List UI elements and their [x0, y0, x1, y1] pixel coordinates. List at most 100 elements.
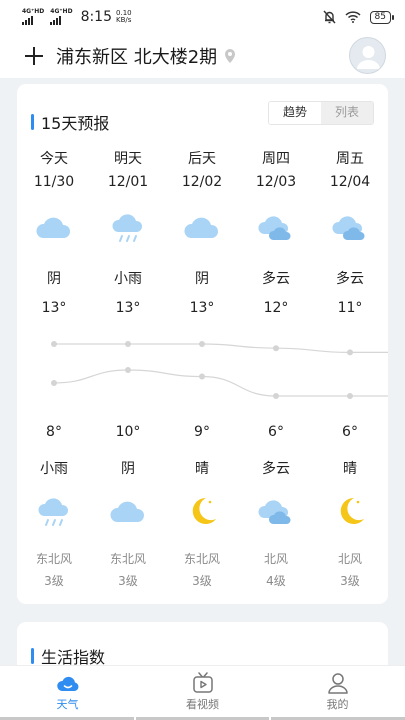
day-high-temp: 13° — [115, 300, 141, 316]
day-label: 后天 — [188, 151, 216, 167]
title-accent-bar — [31, 648, 34, 664]
day-low-temp: 6° — [342, 424, 358, 440]
low-temp-line — [53, 369, 388, 397]
low-temp-line-point — [125, 367, 131, 373]
day-high-temp: 11° — [337, 300, 363, 316]
moon-icon — [330, 492, 370, 530]
day-label: 周五 — [336, 151, 364, 167]
day-low-temp: 6° — [268, 424, 284, 440]
partly-cloudy-icon — [256, 492, 296, 530]
life-index-title-text: 生活指数 — [41, 648, 106, 665]
low-temp-line-point — [273, 393, 279, 399]
wind-level: 3级 — [44, 574, 64, 588]
day-date: 12/01 — [107, 174, 149, 190]
video-icon — [192, 672, 213, 693]
nav-item-weather[interactable]: 天气 — [0, 666, 135, 720]
mute-bell-icon — [323, 10, 336, 24]
rain-icon — [108, 208, 148, 246]
high-temp-line-point — [273, 345, 279, 352]
day-label: 明天 — [114, 151, 142, 167]
signal-icon: 4G⁺HD — [22, 9, 44, 25]
status-bar: 4G⁺HD 4G⁺HD 8:15 0.10 KB/s 85 — [0, 0, 405, 34]
toggle-trend[interactable]: 趋势 — [269, 102, 321, 124]
wind-direction: 东北风 — [109, 552, 146, 566]
wind-direction: 北风 — [337, 552, 362, 566]
weather-icon — [56, 676, 78, 691]
day-date: 12/03 — [255, 174, 297, 190]
toggle-list[interactable]: 列表 — [321, 102, 373, 124]
battery-indicator: 85 — [369, 10, 395, 24]
day-label: 今天 — [40, 151, 68, 167]
low-temp-line-point — [51, 380, 57, 386]
high-temp-line-point — [199, 341, 205, 347]
low-temp-line-point — [347, 393, 353, 399]
header: 浦东新区 北大楼2期 — [0, 34, 405, 78]
view-toggle[interactable]: 趋势 列表 — [268, 101, 374, 125]
life-index-title: 生活指数 — [31, 644, 105, 665]
cloudy-icon — [34, 208, 74, 246]
nav-label-profile: 我的 — [326, 698, 349, 711]
forecast-title: 15天预报 — [31, 110, 109, 134]
wind-direction: 北风 — [263, 552, 288, 566]
partly-cloudy-icon — [330, 208, 370, 246]
nav-item-video[interactable]: 看视频 — [135, 666, 270, 720]
day-low-temp: 9° — [194, 424, 210, 440]
wind-level: 3级 — [192, 574, 212, 588]
nav-item-profile[interactable]: 我的 — [270, 666, 405, 720]
night-weather: 晴 — [195, 461, 209, 477]
day-high-temp: 12° — [263, 300, 289, 316]
day-high-temp: 13° — [41, 300, 67, 316]
high-temp-line-point — [347, 349, 353, 356]
avatar-person-icon — [357, 46, 380, 69]
wind-level: 3级 — [340, 574, 360, 588]
partly-cloudy-icon — [256, 208, 296, 246]
bottom-nav: 天气 看视频 我的 — [0, 665, 405, 720]
avatar[interactable] — [349, 37, 386, 74]
location-pin-icon — [225, 49, 236, 63]
day-weather: 阴 — [195, 271, 209, 287]
night-weather: 多云 — [262, 461, 290, 477]
wifi-icon — [345, 11, 361, 23]
day-weather: 多云 — [262, 271, 290, 287]
day-date: 11/30 — [33, 174, 75, 190]
wind-direction: 东北风 — [183, 552, 220, 566]
night-weather: 晴 — [343, 461, 357, 477]
night-weather: 小雨 — [40, 461, 68, 477]
day-weather: 小雨 — [114, 271, 142, 287]
moon-icon — [182, 492, 222, 530]
cloudy-icon — [182, 208, 222, 246]
day-low-temp: 8° — [46, 424, 62, 440]
day-date: 12/04 — [329, 174, 371, 190]
high-temp-line — [53, 343, 388, 353]
high-temp-line-point — [125, 341, 131, 347]
wind-direction: 东北风 — [35, 552, 72, 566]
title-accent-bar — [31, 114, 34, 130]
low-temp-line-point — [199, 373, 205, 380]
day-weather: 阴 — [47, 271, 61, 287]
net-speed-unit: KB/s — [116, 16, 132, 24]
wind-level: 4级 — [266, 574, 286, 588]
nav-label-weather: 天气 — [56, 698, 79, 711]
scroll-content[interactable]: 15天预报 趋势 列表 今天 11/30 阴 13° 8° 小雨东北风 3级 明天 12/01 小… — [0, 78, 405, 665]
rain-icon — [34, 492, 74, 530]
day-high-temp: 13° — [189, 300, 215, 316]
location-title[interactable]: 浦东新区 北大楼2期 — [56, 43, 217, 69]
clock: 8:15 — [80, 9, 113, 25]
net-speed: 0.10 KB/s — [116, 10, 132, 24]
forecast-card: 15天预报 趋势 列表 今天 11/30 阴 13° 8° 小雨东北风 3级 明天 12/01 小… — [17, 84, 388, 604]
signal-icon-2: 4G⁺HD — [50, 9, 73, 25]
wind-level: 3级 — [118, 574, 138, 588]
day-label: 周四 — [262, 151, 290, 167]
day-date: 12/02 — [181, 174, 223, 190]
life-index-card: 生活指数 — [17, 622, 388, 665]
forecast-title-text: 15天预报 — [41, 114, 110, 133]
day-low-temp: 10° — [115, 424, 141, 440]
night-weather: 阴 — [121, 461, 135, 477]
temperature-trend-chart — [51, 341, 388, 399]
high-temp-line-point — [51, 341, 57, 347]
cloudy-icon — [108, 492, 148, 530]
add-city-icon[interactable] — [22, 44, 46, 68]
nav-label-video: 看视频 — [186, 698, 219, 711]
day-weather: 多云 — [336, 271, 364, 287]
profile-icon — [327, 673, 348, 694]
